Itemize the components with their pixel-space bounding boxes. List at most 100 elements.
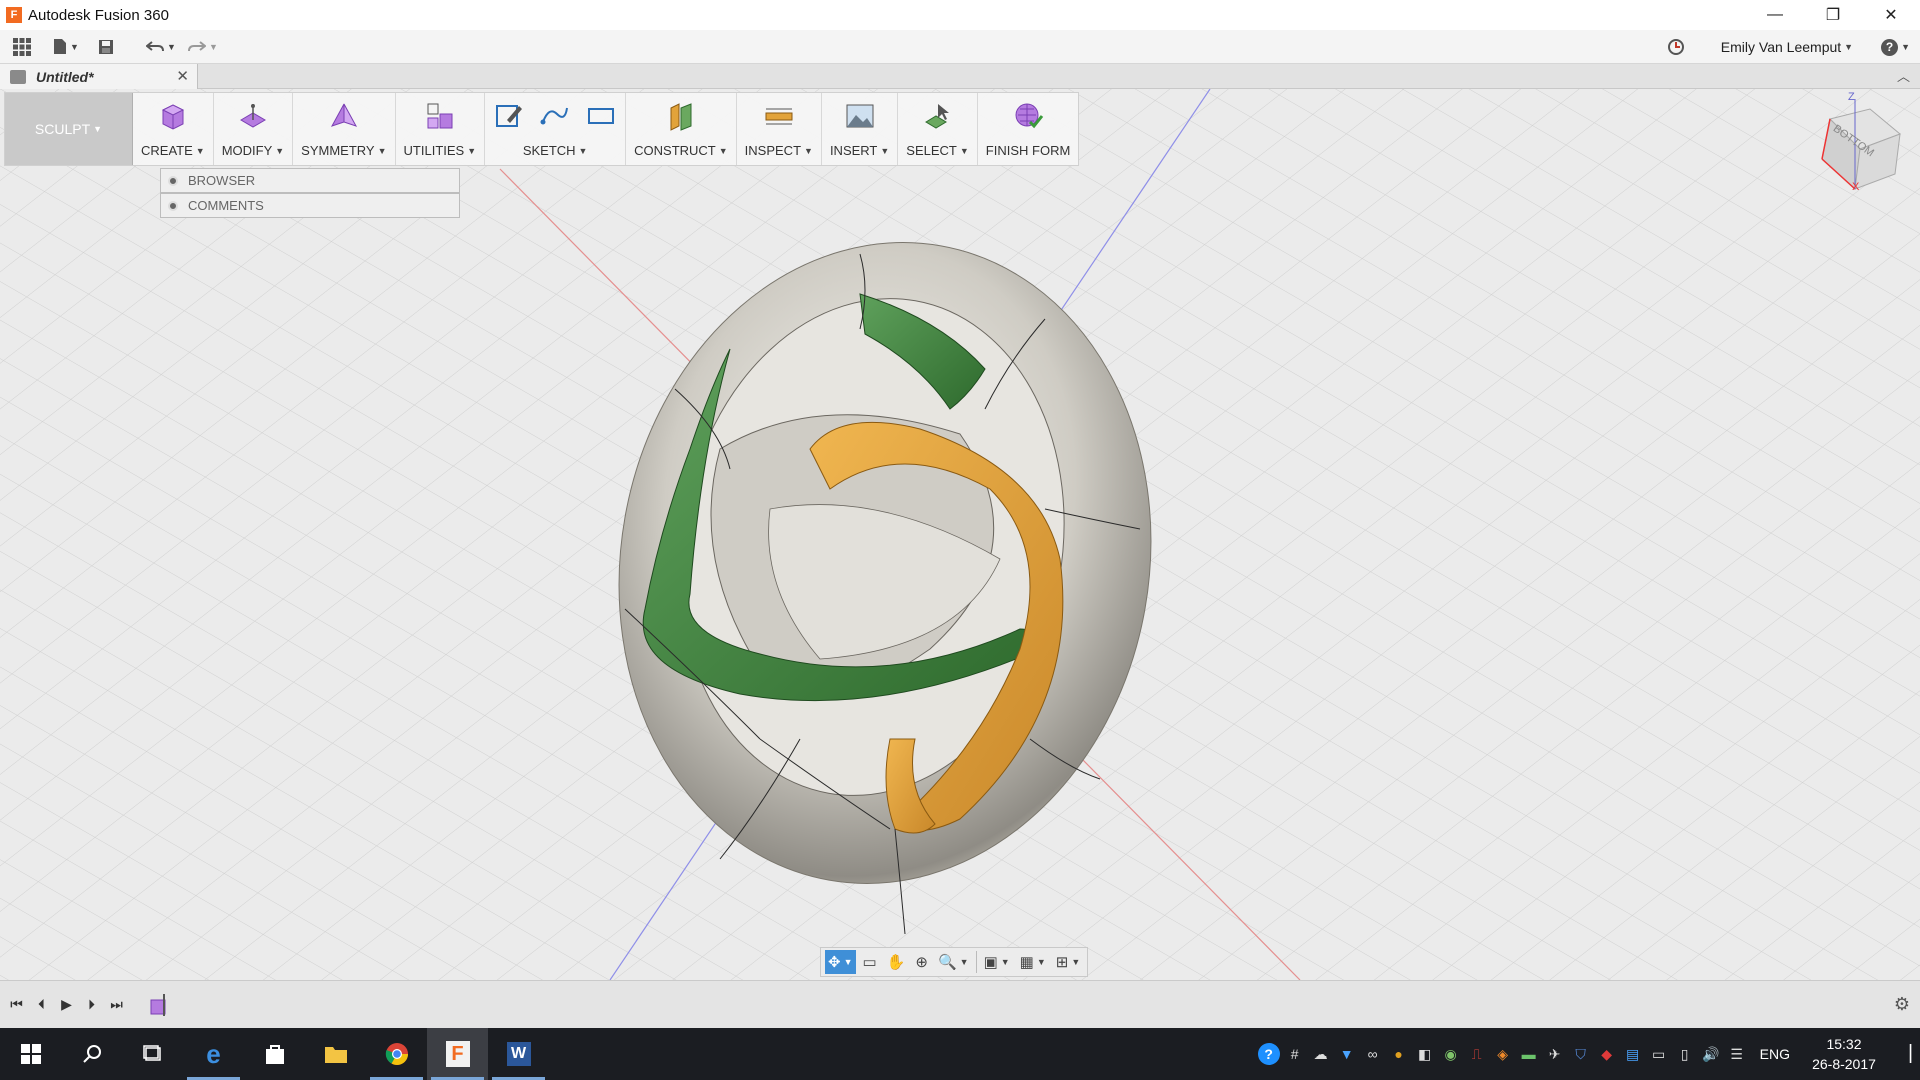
create-box-icon bbox=[161, 104, 184, 130]
tray-help-icon[interactable]: ? bbox=[1256, 1028, 1282, 1080]
finish-form-button[interactable]: FINISH FORM bbox=[978, 93, 1079, 165]
timeline-settings-gear-icon[interactable]: ⚙ bbox=[1894, 994, 1910, 1015]
tray-clock[interactable]: 15:32 26-8-2017 bbox=[1804, 1034, 1884, 1074]
word-icon: W bbox=[506, 1042, 531, 1066]
tray-android-icon[interactable]: ◉ bbox=[1438, 1028, 1464, 1080]
timeline-prev-icon[interactable]: ⏴ bbox=[29, 996, 54, 1013]
search-icon bbox=[82, 1045, 101, 1063]
utilities-icon bbox=[427, 103, 453, 129]
pan-button[interactable]: ✋ bbox=[884, 950, 909, 974]
tray-slack-icon[interactable]: # bbox=[1282, 1028, 1308, 1080]
clock-date: 26-8-2017 bbox=[1812, 1056, 1876, 1072]
tray-swiftkey-icon[interactable]: ◆ bbox=[1594, 1028, 1620, 1080]
construct-label: CONSTRUCT bbox=[634, 143, 716, 158]
display-settings-button[interactable]: ▣ ▼ bbox=[981, 950, 1013, 974]
tray-shield-icon[interactable]: ⛉ bbox=[1568, 1028, 1594, 1080]
tray-display-icon[interactable]: ▭ bbox=[1646, 1028, 1672, 1080]
comments-expand-icon[interactable] bbox=[168, 200, 178, 211]
file-menu-button[interactable]: ▼ bbox=[44, 33, 88, 61]
timeline-form-feature-icon[interactable] bbox=[150, 994, 168, 1016]
data-panel-grid-icon[interactable] bbox=[0, 33, 44, 61]
user-account-menu[interactable]: Emily Van Leemput ▼ bbox=[1721, 33, 1853, 61]
grid-settings-button[interactable]: ▦ ▼ bbox=[1017, 950, 1049, 974]
fusion-taskbar-icon: F bbox=[445, 1041, 470, 1067]
tray-action-center-icon[interactable]: ☰ bbox=[1724, 1028, 1750, 1080]
tray-cloud-sync-icon[interactable]: ☁ bbox=[1308, 1028, 1334, 1080]
viewcube-x-label: X bbox=[1852, 181, 1860, 193]
sketch-rectangle-icon[interactable] bbox=[585, 100, 617, 132]
tray-volume-icon[interactable]: 🔊 bbox=[1698, 1028, 1724, 1080]
undo-button[interactable]: ▼ bbox=[140, 33, 182, 61]
redo-icon bbox=[188, 40, 207, 51]
search-button[interactable] bbox=[61, 1028, 122, 1080]
restore-button[interactable]: ❐ bbox=[1804, 0, 1862, 30]
timeline-first-icon[interactable]: ⏮ bbox=[4, 996, 29, 1013]
taskbar-store[interactable] bbox=[244, 1028, 305, 1080]
timeline-play-icon[interactable]: ▶ bbox=[54, 996, 79, 1013]
job-status-icon[interactable] bbox=[1667, 33, 1685, 61]
create-menu[interactable]: CREATE ▼ bbox=[133, 93, 214, 165]
collapse-chevron-icon[interactable]: ︿ bbox=[1897, 66, 1910, 85]
tray-creative-cloud-icon[interactable]: ∞ bbox=[1360, 1028, 1386, 1080]
viewcube-face-label[interactable]: BOTTOM bbox=[1831, 123, 1876, 160]
viewports-button[interactable]: ⊞ ▼ bbox=[1053, 950, 1084, 974]
taskbar-fusion360[interactable]: F bbox=[427, 1028, 488, 1080]
quick-access-bar: ▼ ▼ ▼ Emily Van Leemput ▼ ? ▼ bbox=[0, 30, 1920, 64]
task-view-button[interactable] bbox=[122, 1028, 183, 1080]
tray-language[interactable]: ENG bbox=[1760, 1046, 1790, 1062]
modify-menu[interactable]: MODIFY ▼ bbox=[214, 93, 294, 165]
inspect-menu[interactable]: INSPECT ▼ bbox=[737, 93, 822, 165]
modify-label: MODIFY bbox=[221, 143, 273, 158]
create-sketch-icon[interactable] bbox=[493, 100, 525, 132]
browser-expand-icon[interactable] bbox=[168, 175, 178, 186]
tray-blue-app-icon[interactable]: ▤ bbox=[1620, 1028, 1646, 1080]
utilities-menu[interactable]: UTILITIES ▼ bbox=[396, 93, 486, 165]
zoom-window-button[interactable]: ⊕ bbox=[912, 950, 931, 974]
tray-app-icon[interactable]: ◧ bbox=[1412, 1028, 1438, 1080]
tray-app-circle-icon[interactable]: ● bbox=[1386, 1028, 1412, 1080]
canvas-viewport[interactable]: Z BOTTOM X bbox=[0, 89, 1920, 980]
sketch-menu[interactable]: SKETCH ▼ bbox=[485, 93, 627, 165]
tray-airplane-icon[interactable]: ✈ bbox=[1542, 1028, 1568, 1080]
redo-button[interactable]: ▼ bbox=[182, 33, 224, 61]
comments-panel-header[interactable]: COMMENTS bbox=[160, 193, 460, 218]
symmetry-menu[interactable]: SYMMETRY ▼ bbox=[293, 93, 396, 165]
workspace-switcher[interactable]: SCULPT ▼ bbox=[5, 93, 133, 165]
side-panels: BROWSER COMMENTS bbox=[160, 168, 460, 218]
select-menu[interactable]: SELECT ▼ bbox=[898, 93, 978, 165]
taskbar-word[interactable]: W bbox=[488, 1028, 549, 1080]
help-icon: ? bbox=[1881, 38, 1899, 56]
timeline-bar: ⏮ ⏴ ▶ ⏵ ⏭ ⚙ bbox=[0, 980, 1920, 1028]
notifications-icon[interactable]: ▕ bbox=[1890, 1028, 1920, 1080]
tray-network-drive-icon[interactable]: ▼ bbox=[1334, 1028, 1360, 1080]
look-at-button[interactable]: ▭ bbox=[860, 950, 880, 974]
minimize-button[interactable]: — bbox=[1746, 0, 1804, 30]
save-button[interactable] bbox=[88, 33, 124, 61]
document-title: Untitled* bbox=[36, 68, 94, 85]
help-button[interactable]: ? ▼ bbox=[1881, 33, 1910, 61]
browser-panel-header[interactable]: BROWSER bbox=[160, 168, 460, 193]
sketch-spline-icon[interactable] bbox=[539, 100, 571, 132]
insert-menu[interactable]: INSERT ▼ bbox=[822, 93, 899, 165]
start-button[interactable] bbox=[0, 1028, 61, 1080]
tray-battery-icon[interactable]: ▯ bbox=[1672, 1028, 1698, 1080]
close-window-button[interactable]: ✕ bbox=[1862, 0, 1920, 30]
tray-acrobat-icon[interactable]: ⎍ bbox=[1464, 1028, 1490, 1080]
symmetry-label: SYMMETRY bbox=[301, 143, 375, 158]
sculpt-model-scene bbox=[0, 89, 1920, 980]
inspect-label: INSPECT bbox=[744, 143, 802, 158]
orbit-button[interactable]: ✥ ▼ bbox=[825, 950, 856, 974]
zoom-button[interactable]: 🔍 ▼ bbox=[935, 950, 972, 974]
utilities-label: UTILITIES bbox=[403, 143, 465, 158]
tray-office-icon[interactable]: ◈ bbox=[1490, 1028, 1516, 1080]
tray-green-app-icon[interactable]: ▬ bbox=[1516, 1028, 1542, 1080]
close-tab-icon[interactable]: ✕ bbox=[176, 67, 189, 85]
taskbar-chrome[interactable] bbox=[366, 1028, 427, 1080]
taskbar-edge[interactable]: e bbox=[183, 1028, 244, 1080]
taskbar-file-explorer[interactable] bbox=[305, 1028, 366, 1080]
timeline-next-icon[interactable]: ⏵ bbox=[79, 996, 104, 1013]
construct-menu[interactable]: CONSTRUCT ▼ bbox=[626, 93, 737, 165]
nav-separator bbox=[975, 951, 977, 973]
document-tab[interactable]: Untitled* ✕ bbox=[0, 64, 198, 89]
timeline-last-icon[interactable]: ⏭ bbox=[104, 996, 129, 1013]
